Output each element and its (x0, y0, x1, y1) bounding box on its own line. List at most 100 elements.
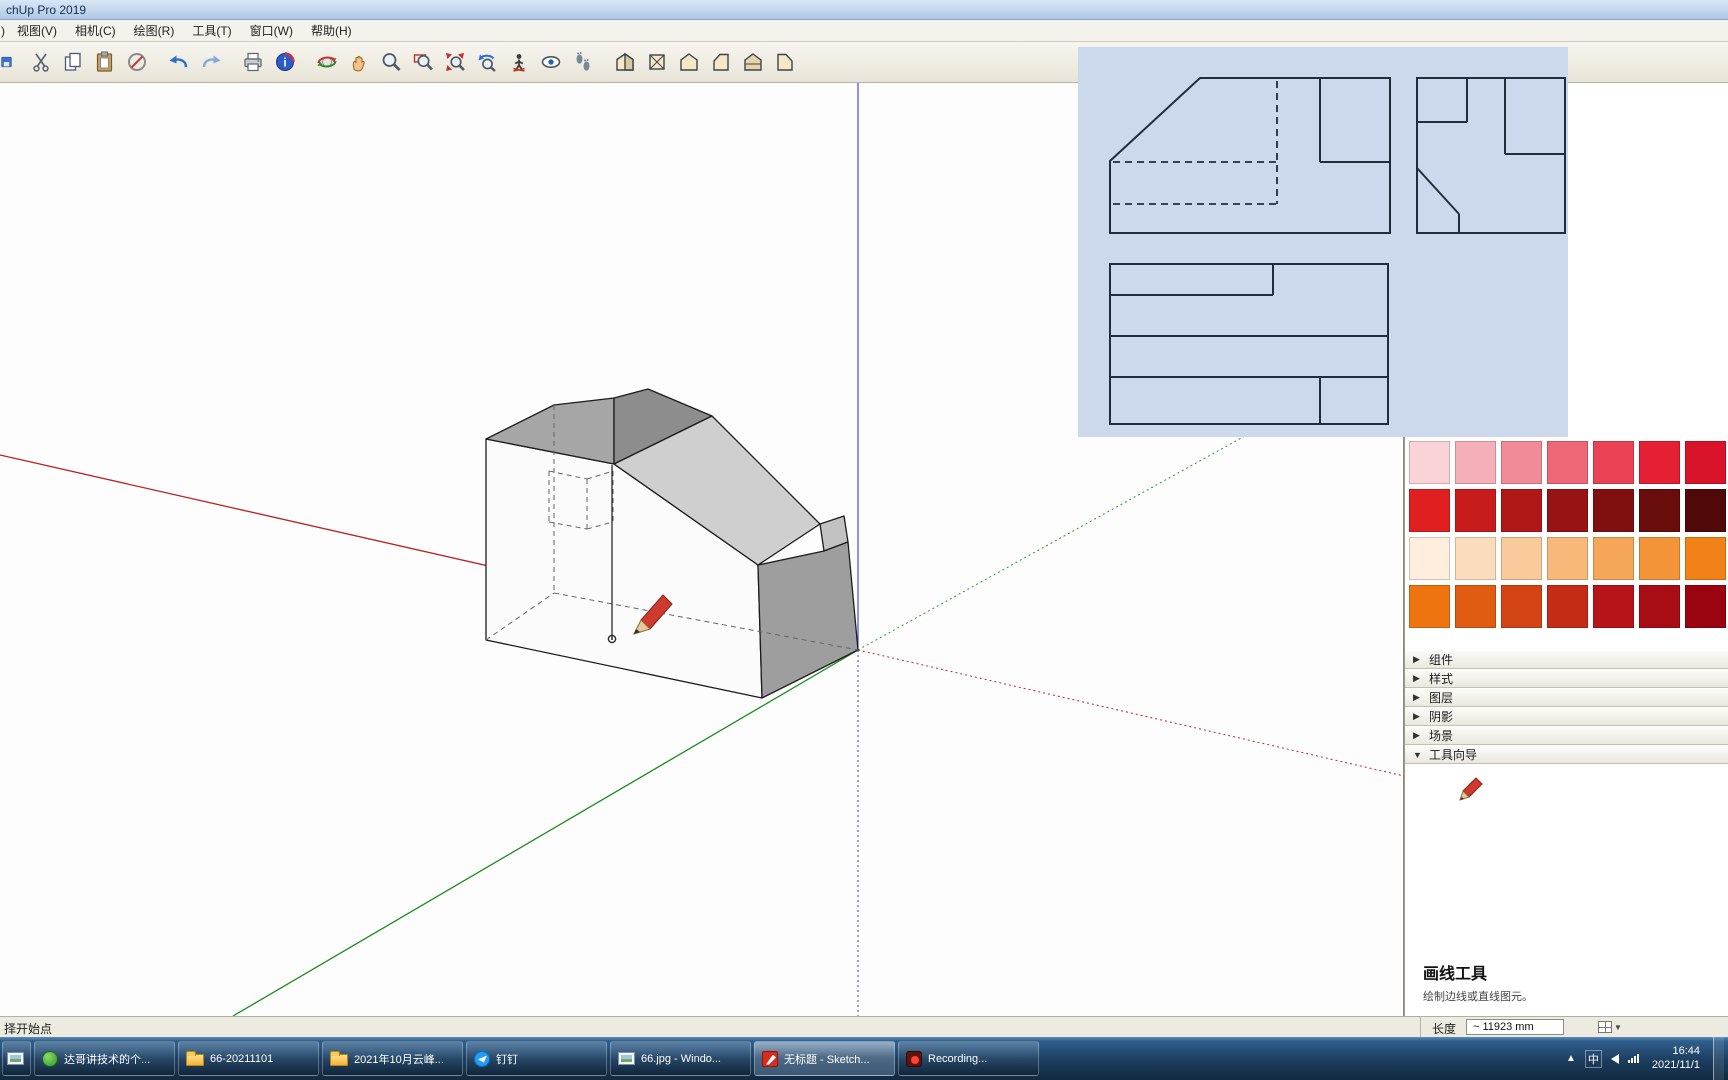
taskbar-item[interactable]: 66-20211101 (178, 1041, 319, 1076)
color-swatch[interactable] (1409, 537, 1450, 580)
app-icon (7, 1052, 24, 1065)
color-swatch[interactable] (1455, 441, 1496, 484)
right-view-icon[interactable] (706, 47, 735, 77)
menu-item[interactable]: 绘图(R) (125, 19, 184, 42)
model-info-icon[interactable]: i (270, 47, 299, 77)
tray-section-label: 图层 (1429, 691, 1454, 705)
redo-icon[interactable] (196, 47, 225, 77)
color-swatch[interactable] (1639, 537, 1680, 580)
left-view-icon[interactable] (770, 47, 799, 77)
tray-expand-icon[interactable]: ▲ (1566, 1053, 1576, 1064)
taskbar-item[interactable]: 2021年10月云峰... (322, 1041, 463, 1076)
taskbar-item[interactable]: 66.jpg - Windo... (610, 1041, 751, 1076)
color-swatch[interactable] (1593, 585, 1634, 628)
color-swatch[interactable] (1547, 585, 1588, 628)
palette-row (1409, 441, 1726, 484)
delete-icon[interactable] (122, 47, 151, 77)
print-icon[interactable] (238, 47, 267, 77)
front-view-icon[interactable] (674, 47, 703, 77)
network-icon[interactable] (1627, 1054, 1639, 1063)
color-swatch[interactable] (1639, 585, 1680, 628)
color-swatch[interactable] (1547, 441, 1588, 484)
tray-section-label: 场景 (1429, 729, 1454, 743)
color-swatch[interactable] (1455, 489, 1496, 532)
menu-item[interactable]: 工具(T) (183, 19, 240, 42)
color-swatch[interactable] (1547, 537, 1588, 580)
tray-section-5[interactable]: ▼ 工具向导 (1405, 745, 1728, 764)
system-tray: ▲ 中 16:44 2021/11/1 (1566, 1037, 1728, 1080)
color-swatch[interactable] (1409, 585, 1450, 628)
back-view-icon[interactable] (738, 47, 767, 77)
volume-icon[interactable] (1610, 1053, 1619, 1064)
previous-view-icon[interactable] (472, 47, 501, 77)
save-icon-partial[interactable] (0, 47, 13, 77)
taskbar-clock[interactable]: 16:44 2021/11/1 (1652, 1045, 1700, 1073)
tray-section-label: 组件 (1429, 653, 1454, 667)
status-separator (1420, 1017, 1421, 1038)
tray-section-2[interactable]: ▶ 图层 (1405, 688, 1728, 707)
ortho-top-view (1109, 263, 1389, 425)
taskbar-item[interactable]: 达哥讲技术的个... (34, 1041, 175, 1076)
menu-item[interactable]: 窗口(W) (241, 19, 302, 42)
tray-section-0[interactable]: ▶ 组件 (1405, 650, 1728, 669)
iso-view-icon[interactable] (610, 47, 639, 77)
sketchup-icon (762, 1050, 778, 1067)
model-3d-block[interactable] (485, 388, 859, 699)
show-desktop-button[interactable] (1713, 1037, 1724, 1080)
look-around-icon[interactable] (536, 47, 565, 77)
folder-icon (330, 1051, 348, 1066)
color-swatch[interactable] (1547, 489, 1588, 532)
color-swatch[interactable] (1685, 441, 1726, 484)
color-swatch[interactable] (1501, 441, 1542, 484)
color-swatch[interactable] (1639, 441, 1680, 484)
color-swatch[interactable] (1409, 441, 1450, 484)
paste-icon[interactable] (90, 47, 119, 77)
triangle-right-icon: ▶ (1413, 673, 1420, 683)
tray-section-4[interactable]: ▶ 场景 (1405, 726, 1728, 745)
window-title: chUp Pro 2019 (6, 2, 87, 17)
taskbar-item-label: 钉钉 (496, 1053, 518, 1066)
taskbar-item[interactable]: Recording... (898, 1041, 1039, 1076)
orthographic-views-drawing (1109, 77, 1566, 425)
menu-item[interactable]: 视图(V) (8, 19, 66, 42)
walk-icon[interactable] (568, 47, 597, 77)
color-swatch[interactable] (1685, 585, 1726, 628)
zoom-extents-icon[interactable] (440, 47, 469, 77)
color-swatch[interactable] (1455, 585, 1496, 628)
menu-item[interactable]: 帮助(H) (302, 19, 361, 42)
model-right-face[interactable] (757, 541, 859, 699)
zoom-window-icon[interactable] (408, 47, 437, 77)
orbit-icon[interactable] (312, 47, 341, 77)
copy-icon[interactable] (58, 47, 87, 77)
taskbar-item[interactable]: 无标题 - Sketch... (754, 1041, 895, 1076)
measurement-grid-icon[interactable]: ▼ (1598, 1020, 1628, 1034)
undo-icon[interactable] (164, 47, 193, 77)
cut-icon[interactable] (26, 47, 55, 77)
tool-title: 画线工具 (1423, 966, 1488, 983)
input-language-icon[interactable]: 中 (1584, 1049, 1602, 1068)
menu-item[interactable]: 相机(C) (66, 19, 125, 42)
zoom-icon[interactable] (376, 47, 405, 77)
color-swatch[interactable] (1409, 489, 1450, 532)
color-swatch[interactable] (1685, 489, 1726, 532)
color-swatch[interactable] (1593, 489, 1634, 532)
color-swatch[interactable] (1593, 537, 1634, 580)
triangle-right-icon: ▶ (1413, 654, 1420, 664)
color-swatch[interactable] (1501, 489, 1542, 532)
tray-section-1[interactable]: ▶ 样式 (1405, 669, 1728, 688)
color-swatch[interactable] (1501, 537, 1542, 580)
position-camera-icon[interactable] (504, 47, 533, 77)
ortho-side-view (1416, 77, 1566, 234)
measurement-input[interactable]: ~ 11923 mm (1466, 1019, 1564, 1035)
pan-icon[interactable] (344, 47, 373, 77)
tray-section-3[interactable]: ▶ 阴影 (1405, 707, 1728, 726)
color-swatch[interactable] (1593, 441, 1634, 484)
color-swatch[interactable] (1685, 537, 1726, 580)
taskbar-item[interactable]: 钉钉 (466, 1041, 607, 1076)
color-swatch[interactable] (1639, 489, 1680, 532)
color-swatch[interactable] (1501, 585, 1542, 628)
top-view-icon[interactable] (642, 47, 671, 77)
tray-section-label: 工具向导 (1429, 748, 1478, 762)
taskbar-item-partial[interactable] (2, 1041, 31, 1076)
color-swatch[interactable] (1455, 537, 1496, 580)
